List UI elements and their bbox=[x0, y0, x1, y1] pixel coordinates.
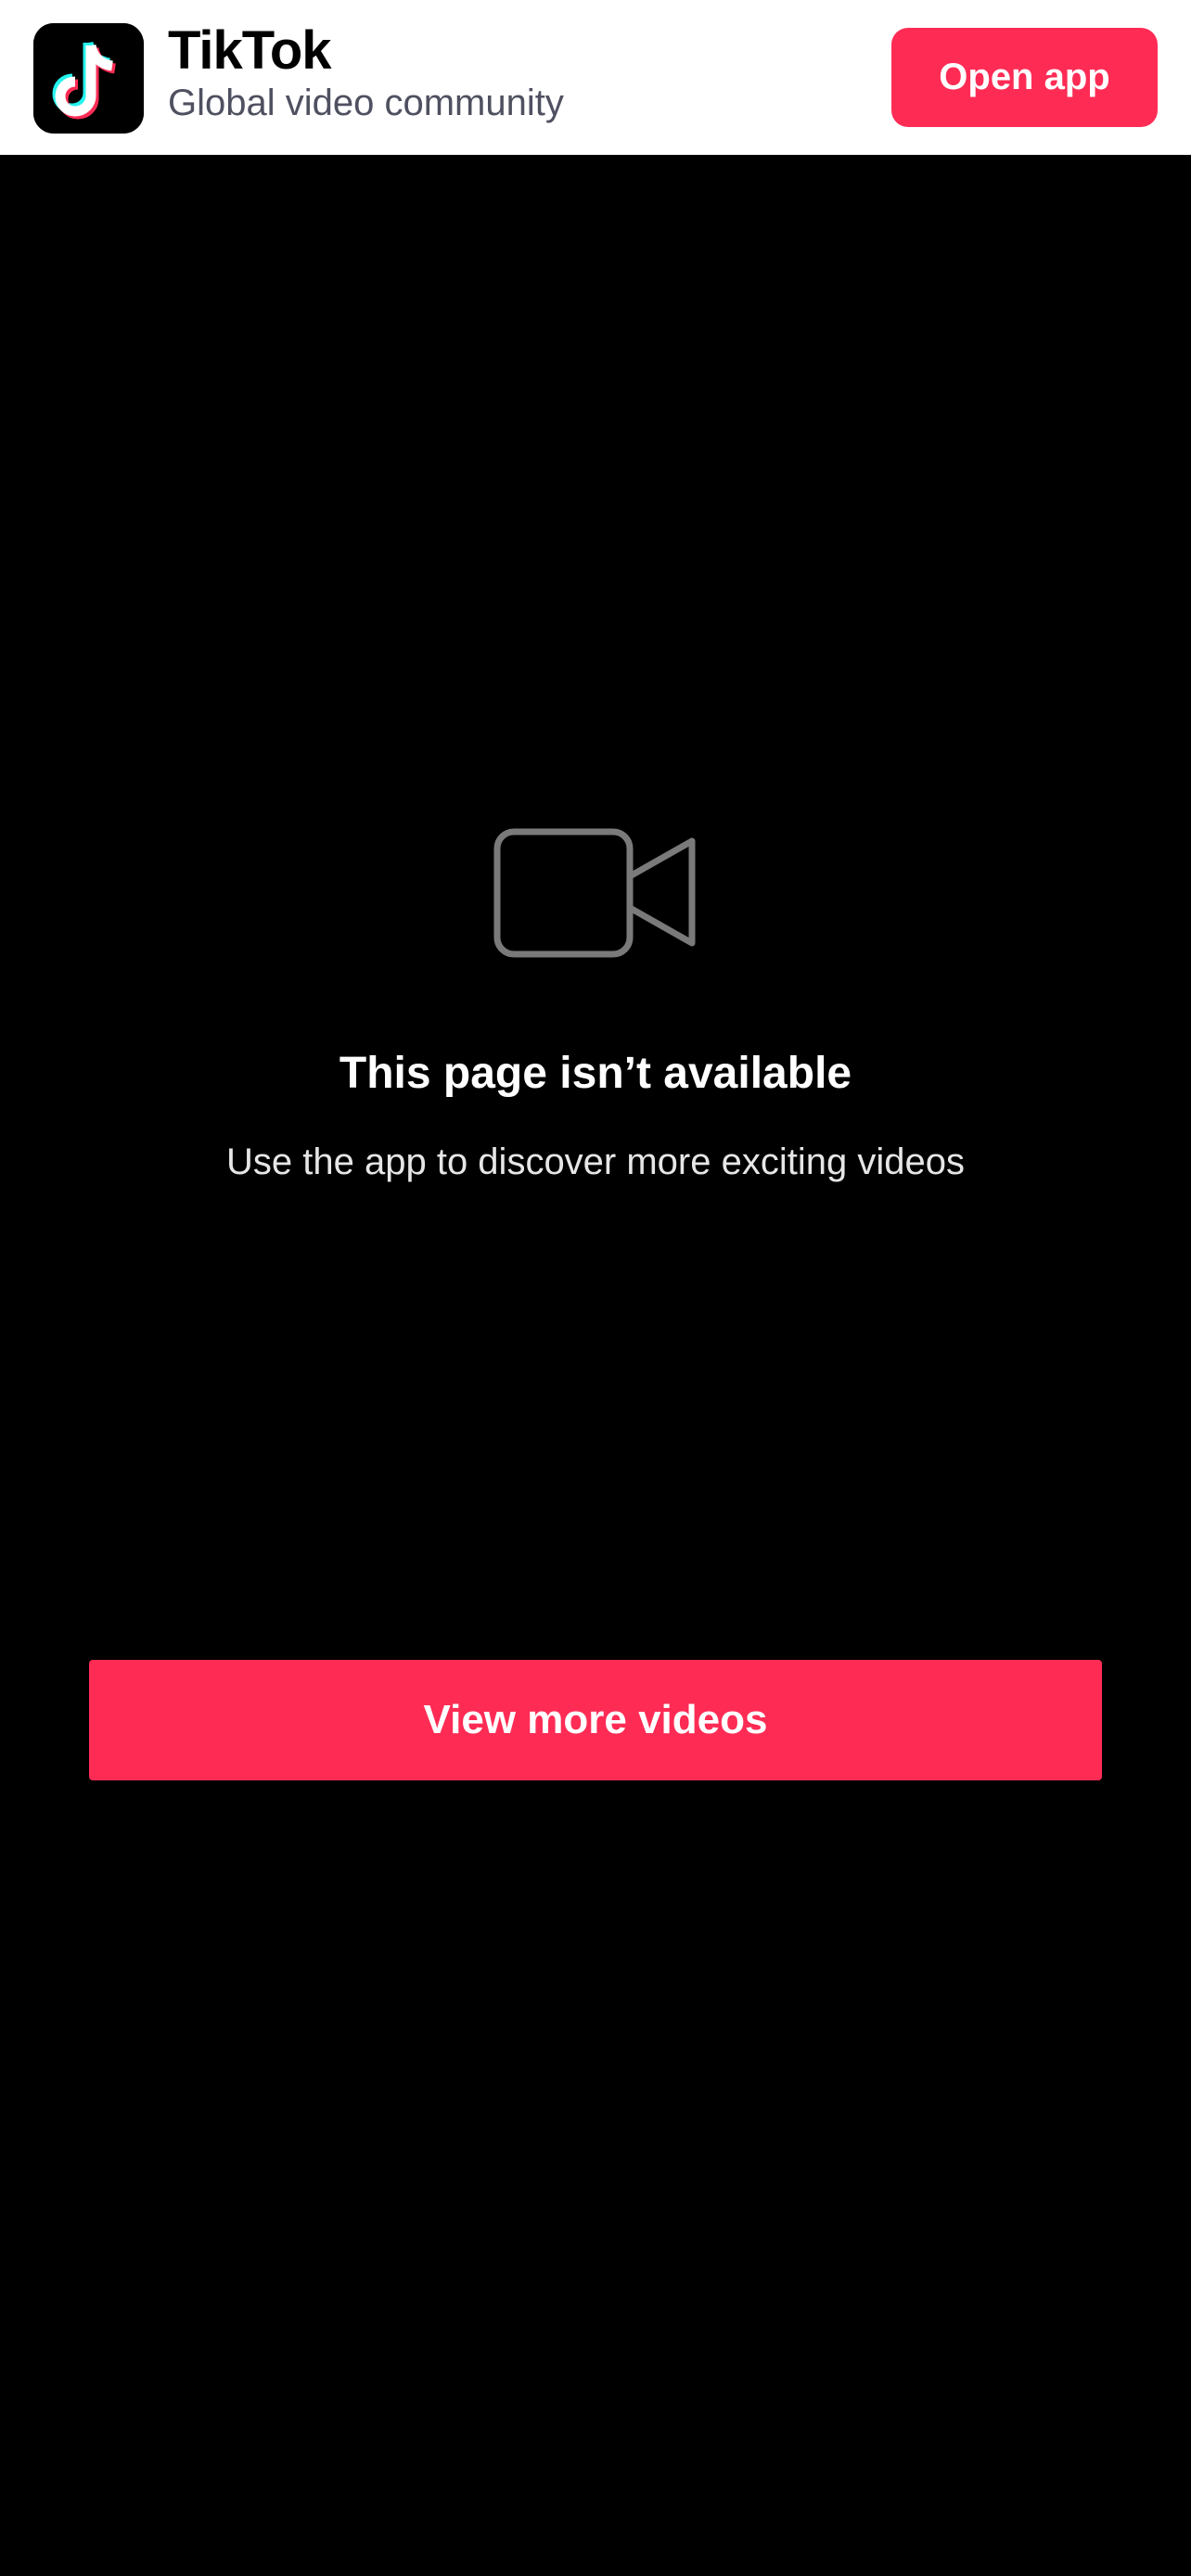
brand-tagline: Global video community bbox=[168, 83, 564, 123]
app-banner: TikTok Global video community Open app bbox=[0, 0, 1191, 155]
tiktok-logo-icon bbox=[33, 23, 144, 134]
open-app-button[interactable]: Open app bbox=[891, 28, 1158, 127]
page: TikTok Global video community Open app T… bbox=[0, 0, 1191, 2576]
empty-state-subtitle: Use the app to discover more exciting vi… bbox=[226, 1141, 965, 1182]
brand-name: TikTok bbox=[168, 20, 332, 81]
view-more-videos-button[interactable]: View more videos bbox=[89, 1660, 1102, 1780]
empty-state-title: This page isn’t available bbox=[339, 1049, 852, 1098]
video-camera-icon bbox=[493, 828, 698, 958]
